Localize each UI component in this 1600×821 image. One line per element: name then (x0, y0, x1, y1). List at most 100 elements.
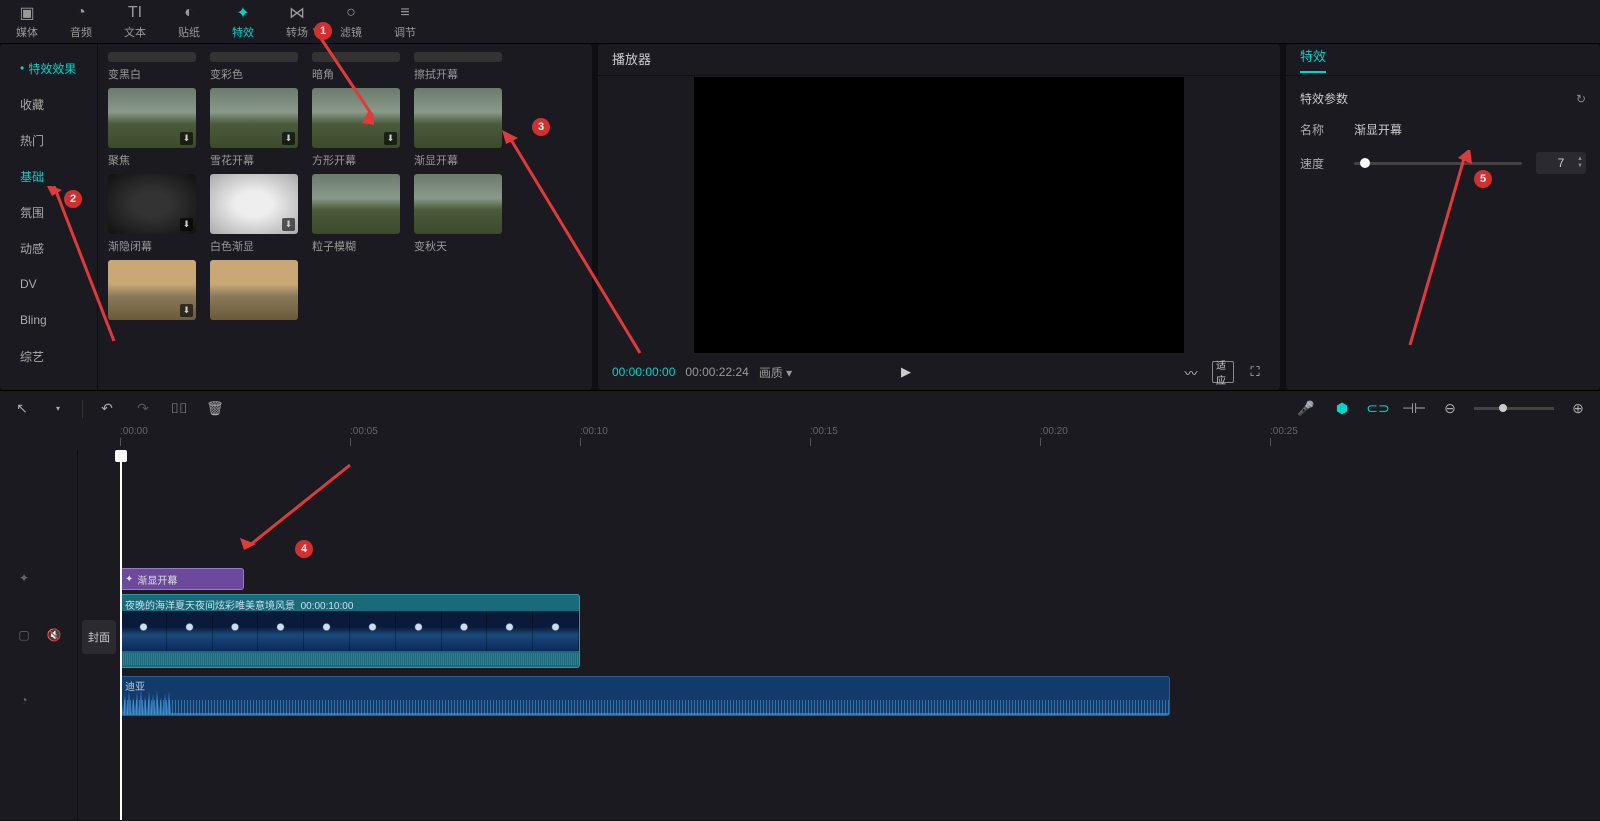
download-icon[interactable]: ⬇ (282, 218, 295, 231)
redo-button[interactable]: ↷ (131, 397, 155, 421)
annotation-badge-2: 2 (64, 190, 82, 208)
sidebar-variety[interactable]: 综艺 (0, 338, 97, 374)
annotation-badge-3: 3 (532, 118, 550, 136)
tab-sticker[interactable]: ◐贴纸 (162, 0, 216, 43)
speed-label: 速度 (1300, 155, 1340, 172)
download-icon[interactable]: ⬇ (180, 218, 193, 231)
quality-label[interactable]: 画质 ▾ (759, 364, 792, 381)
tab-effects[interactable]: ✦特效 (216, 0, 270, 43)
sidebar-atmosphere[interactable]: 氛围 (0, 194, 97, 230)
waveform-icon[interactable]: 〰 (1180, 361, 1202, 383)
magnet-icon[interactable]: ⬢ (1330, 397, 1354, 421)
delete-button[interactable]: 🗑 (203, 397, 227, 421)
audio-clip[interactable]: 迪亚 (120, 676, 1170, 716)
effect-item[interactable]: 变彩色 (210, 52, 298, 82)
effect-clip[interactable]: ✦ 渐显开幕 (120, 568, 244, 590)
effect-item[interactable]: ⬇方形开幕 (312, 88, 400, 168)
props-header: 特效参数 (1300, 90, 1348, 107)
speed-slider[interactable] (1354, 162, 1522, 165)
download-icon[interactable]: ⬇ (282, 132, 295, 145)
effect-item[interactable]: ⬇聚焦 (108, 88, 196, 168)
effect-item[interactable]: ⬇雪花开幕 (210, 88, 298, 168)
properties-panel: 特效 特效参数 ↻ 名称 渐显开幕 速度 7 ▲▼ (1286, 44, 1600, 390)
annotation-badge-4: 4 (295, 540, 313, 558)
text-icon: TI (128, 4, 142, 22)
player-title: 播放器 (598, 44, 1280, 76)
download-icon[interactable]: ⬇ (180, 132, 193, 145)
sticker-icon: ◐ (184, 4, 194, 22)
annotation-badge-1: 1 (314, 22, 332, 40)
align-icon[interactable]: ⊣⊢ (1402, 397, 1426, 421)
tab-adjust[interactable]: ≡调节 (378, 0, 432, 43)
zoom-slider[interactable] (1474, 407, 1554, 410)
zoom-in-icon[interactable]: ⊕ (1566, 397, 1590, 421)
link-icon[interactable]: ⊂⊃ (1366, 397, 1390, 421)
effect-item[interactable]: ⬇ (108, 260, 196, 320)
undo-button[interactable]: ↶ (95, 397, 119, 421)
playhead[interactable] (120, 450, 122, 820)
tab-media[interactable]: ▣媒体 (0, 0, 54, 43)
name-label: 名称 (1300, 121, 1340, 138)
download-icon[interactable]: ⬇ (180, 304, 193, 317)
props-tab-effects[interactable]: 特效 (1300, 46, 1326, 73)
filter-icon: ○ (346, 4, 356, 22)
download-icon[interactable]: ⬇ (384, 132, 397, 145)
cursor-tool[interactable]: ↖ (10, 397, 34, 421)
timecode-duration: 00:00:22:24 (685, 365, 748, 379)
spin-down[interactable]: ▼ (1576, 163, 1584, 170)
tab-filter[interactable]: ○滤镜 (324, 0, 378, 43)
effects-sidebar: • 特效效果 收藏 热门 基础 氛围 动感 DV Bling 综艺 (0, 44, 98, 390)
video-clip[interactable]: 夜晚的海洋夏天夜间炫彩唯美意境风景 00:00:10:00 (120, 594, 580, 668)
player-panel: 播放器 00:00:00:00 00:00:22:24 画质 ▾ ▶ 〰 适应 … (598, 44, 1280, 390)
sidebar-favorites[interactable]: 收藏 (0, 86, 97, 122)
lock-icon[interactable]: ▢ (14, 625, 34, 645)
speed-input[interactable]: 7 ▲▼ (1536, 152, 1586, 174)
split-button[interactable]: ⌷⌷ (167, 397, 191, 421)
audio-waveform (121, 685, 1170, 715)
player-screen[interactable] (694, 77, 1184, 353)
sidebar-hot[interactable]: 热门 (0, 122, 97, 158)
sidebar-dv[interactable]: DV (0, 266, 97, 302)
effect-item[interactable]: 变秋天 (414, 174, 502, 254)
timeline-ruler[interactable]: :00:00 :00:05 :00:10 :00:15 :00:20 :00:2… (0, 426, 1600, 450)
effect-item[interactable]: 变黑白 (108, 52, 196, 82)
sidebar-bling[interactable]: Bling (0, 302, 97, 338)
play-button[interactable]: ▶ (895, 361, 917, 383)
cover-button[interactable]: 封面 (82, 620, 116, 654)
player-controls: 00:00:00:00 00:00:22:24 画质 ▾ ▶ 〰 适应 ⛶ (598, 354, 1280, 390)
timecode-current: 00:00:00:00 (612, 365, 675, 379)
effect-item[interactable]: ⬇渐隐闭幕 (108, 174, 196, 254)
effects-icon: ✦ (236, 4, 249, 22)
tab-text[interactable]: TI文本 (108, 0, 162, 43)
effect-clip-icon: ✦ (125, 574, 133, 585)
reset-icon[interactable]: ↻ (1576, 92, 1586, 106)
effect-item[interactable]: 擦拭开幕 (414, 52, 502, 82)
top-toolbar: ▣媒体 ◔音频 TI文本 ◐贴纸 ✦特效 ⋈转场 ○滤镜 ≡调节 (0, 0, 1600, 44)
effect-track-icon[interactable]: ✦ (14, 568, 34, 588)
effect-item[interactable]: 暗角 (312, 52, 400, 82)
effect-grid: 变黑白 变彩色 暗角 擦拭开幕 ⬇聚焦 ⬇雪花开幕 ⬇方形开幕 渐显开幕 ⬇渐隐… (98, 44, 592, 390)
zoom-out-icon[interactable]: ⊖ (1438, 397, 1462, 421)
audio-track-icon[interactable]: ◔ (14, 690, 34, 710)
effect-item[interactable]: 粒子模糊 (312, 174, 400, 254)
effect-item[interactable]: ⬇白色渐显 (210, 174, 298, 254)
sidebar-dynamic[interactable]: 动感 (0, 230, 97, 266)
fullscreen-icon[interactable]: ⛶ (1244, 361, 1266, 383)
chevron-down-icon[interactable]: ▾ (46, 397, 70, 421)
spin-up[interactable]: ▲ (1576, 156, 1584, 163)
effect-item-fade-in[interactable]: 渐显开幕 (414, 88, 502, 168)
timeline[interactable]: ✦ ▢ 🔇 ◔ 封面 ✦ 渐显开幕 夜晚的海洋夏天夜间炫彩唯美意境风景 00:0… (0, 450, 1600, 820)
mic-icon[interactable]: 🎤 (1294, 397, 1318, 421)
effects-panel: • 特效效果 收藏 热门 基础 氛围 动感 DV Bling 综艺 变黑白 变彩… (0, 44, 592, 390)
mute-icon[interactable]: 🔇 (44, 625, 64, 645)
adjust-icon: ≡ (400, 4, 409, 22)
sidebar-effects[interactable]: • 特效效果 (0, 50, 97, 86)
ratio-button[interactable]: 适应 (1212, 361, 1234, 383)
audio-icon: ◔ (76, 4, 86, 22)
tab-audio[interactable]: ◔音频 (54, 0, 108, 43)
track-gutter: ✦ ▢ 🔇 ◔ (0, 450, 78, 820)
sidebar-basic[interactable]: 基础 (0, 158, 97, 194)
effect-item[interactable] (210, 260, 298, 320)
transition-icon: ⋈ (289, 4, 305, 22)
name-value: 渐显开幕 (1354, 121, 1402, 138)
